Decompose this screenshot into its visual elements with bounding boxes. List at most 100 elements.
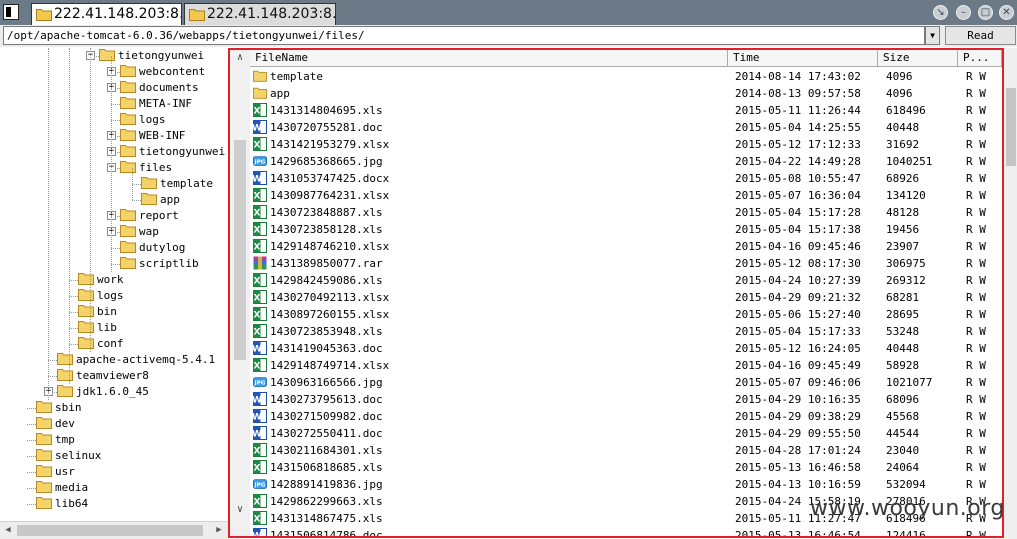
table-row[interactable]: W 1431053747425.docx 2015-05-08 10:55:47 68… <box>250 170 1002 187</box>
table-row[interactable]: W 1431419045363.doc 2015-05-12 16:24:05 404… <box>250 340 1002 357</box>
table-row[interactable]: app 2014-08-13 09:57:58 4096 R W <box>250 85 1002 102</box>
tree-item[interactable]: logs <box>78 288 124 304</box>
tree-item[interactable]: jdk1.6.0_45 <box>57 384 149 400</box>
tree-item[interactable]: documents <box>120 80 199 96</box>
table-row[interactable]: X 1431314804695.xls 2015-05-11 11:26:44 618… <box>250 102 1002 119</box>
tree-item[interactable]: lib64 <box>36 496 88 512</box>
file-time: 2015-04-16 09:45:49 <box>735 359 861 372</box>
file-size: 31692 <box>886 138 920 151</box>
excel-file-icon: X <box>253 307 267 321</box>
table-row[interactable]: 1431389850077.rar 2015-05-12 08:17:30 3069… <box>250 255 1002 272</box>
table-row[interactable]: X 1429148749714.xlsx 2015-04-16 09:45:49 58… <box>250 357 1002 374</box>
tree-item[interactable]: dev <box>36 416 75 432</box>
file-time: 2015-04-22 14:49:28 <box>735 155 861 168</box>
tree-item[interactable]: work <box>78 272 124 288</box>
tree-item[interactable]: WEB-INF <box>120 128 185 144</box>
table-row[interactable]: W 1431506814786.doc 2015-05-13 16:46:54 124… <box>250 527 1002 536</box>
table-row[interactable]: W 1430272550411.doc 2015-04-29 09:55:50 445… <box>250 425 1002 442</box>
excel-file-icon: X <box>253 137 267 151</box>
file-name: 1429862299663.xls <box>270 495 383 508</box>
file-permission: R W <box>966 206 986 219</box>
folder-icon <box>120 65 136 77</box>
table-row[interactable]: X 1431506818685.xls 2015-05-13 16:46:58 240… <box>250 459 1002 476</box>
table-row[interactable]: W 1430271509982.doc 2015-04-29 09:38:29 455… <box>250 408 1002 425</box>
table-row[interactable]: X 1430987764231.xlsx 2015-05-07 16:36:04 13… <box>250 187 1002 204</box>
table-row[interactable]: X 1429148746210.xlsx 2015-04-16 09:45:46 23… <box>250 238 1002 255</box>
path-dropdown-button[interactable]: ▼ <box>925 26 940 45</box>
window-menu-icon[interactable] <box>3 4 19 20</box>
file-name: 1430272550411.doc <box>270 427 383 440</box>
tree-item[interactable]: tietongyunwei <box>99 48 204 64</box>
path-input[interactable] <box>3 26 925 45</box>
tree-connector <box>69 312 78 313</box>
file-size: 4096 <box>886 70 913 83</box>
scroll-left-icon[interactable]: ◀ <box>0 522 16 539</box>
tree-item[interactable]: wap <box>120 224 159 240</box>
tree-item[interactable]: selinux <box>36 448 101 464</box>
tree-item[interactable]: media <box>36 480 88 496</box>
file-list-scroll-thumb[interactable] <box>234 140 246 360</box>
table-row[interactable]: W 1430720755281.doc 2015-05-04 14:25:55 404… <box>250 119 1002 136</box>
file-list-scrollbar[interactable]: ∧ ∨ <box>230 50 250 536</box>
table-row[interactable]: X 1430270492113.xlsx 2015-04-29 09:21:32 68… <box>250 289 1002 306</box>
read-button[interactable]: Read <box>945 26 1016 45</box>
tree-connector <box>111 120 120 121</box>
window-vertical-scrollbar[interactable] <box>1004 48 1017 539</box>
tree-item[interactable]: tietongyunwei <box>120 144 225 160</box>
tree-item[interactable]: dutylog <box>120 240 185 256</box>
table-row[interactable]: JPG 1430963166566.jpg 2015-05-07 09:46:06 1… <box>250 374 1002 391</box>
tree-item[interactable]: logs <box>120 112 166 128</box>
back-icon[interactable]: ↘ <box>933 5 948 20</box>
tree-item[interactable]: usr <box>36 464 75 480</box>
tree-item[interactable]: teamviewer8 <box>57 368 149 384</box>
file-time: 2015-05-12 17:12:33 <box>735 138 861 151</box>
table-row[interactable]: X 1430897260155.xlsx 2015-05-06 15:27:40 28… <box>250 306 1002 323</box>
tree-item[interactable]: scriptlib <box>120 256 199 272</box>
table-row[interactable]: W 1430273795613.doc 2015-04-29 10:16:35 680… <box>250 391 1002 408</box>
table-row[interactable]: JPG 1428891419836.jpg 2015-04-13 10:16:59 5… <box>250 476 1002 493</box>
table-row[interactable]: X 1430723853948.xls 2015-05-04 15:17:33 532… <box>250 323 1002 340</box>
column-header-size[interactable]: Size <box>878 50 958 67</box>
tree-item[interactable]: sbin <box>36 400 82 416</box>
file-size: 1021077 <box>886 376 933 389</box>
table-row[interactable]: X 1430723858128.xls 2015-05-04 15:17:38 194… <box>250 221 1002 238</box>
file-size: 40448 <box>886 121 920 134</box>
maximize-icon[interactable]: □ <box>978 5 993 20</box>
tree-item[interactable]: META-INF <box>120 96 192 112</box>
tab-session-2[interactable]: 222.41.148.203:8… <box>184 3 336 25</box>
table-row[interactable]: JPG 1429685368665.jpg 2015-04-22 14:49:28 1… <box>250 153 1002 170</box>
tree-item[interactable]: webcontent <box>120 64 205 80</box>
table-row[interactable]: X 1429842459086.xls 2015-04-24 10:27:39 269… <box>250 272 1002 289</box>
tree-item-label: logs <box>97 289 124 302</box>
tree-item[interactable]: bin <box>78 304 117 320</box>
file-name: 1430897260155.xlsx <box>270 308 390 321</box>
chevron-up-icon[interactable]: ∧ <box>230 50 250 66</box>
tree-item[interactable]: tmp <box>36 432 75 448</box>
scroll-right-icon[interactable]: ▶ <box>211 522 227 539</box>
tree-item[interactable]: lib <box>78 320 117 336</box>
tree-item[interactable]: app <box>141 192 180 208</box>
tab-session-1[interactable]: 222.41.148.203:8… <box>31 3 182 25</box>
tree-item[interactable]: files <box>120 160 172 176</box>
table-row[interactable]: template 2014-08-14 17:43:02 4096 R W <box>250 68 1002 85</box>
chevron-down-icon[interactable]: ∨ <box>230 502 250 518</box>
folder-icon <box>36 481 52 493</box>
tree-scroll-thumb[interactable] <box>17 525 203 536</box>
tree-item[interactable]: apache-activemq-5.4.1 <box>57 352 215 368</box>
tree-item[interactable]: template <box>141 176 213 192</box>
tree-item[interactable]: conf <box>78 336 124 352</box>
table-row[interactable]: X 1430723848887.xls 2015-05-04 15:17:28 481… <box>250 204 1002 221</box>
table-row[interactable]: X 1430211684301.xls 2015-04-28 17:01:24 230… <box>250 442 1002 459</box>
minimize-icon[interactable]: – <box>956 5 971 20</box>
column-header-filename[interactable]: FileName <box>250 50 728 67</box>
table-row[interactable]: X 1431421953279.xlsx 2015-05-12 17:12:33 31… <box>250 136 1002 153</box>
tree-item[interactable]: report <box>120 208 179 224</box>
window-scroll-thumb[interactable] <box>1006 88 1016 166</box>
file-time: 2015-05-04 15:17:33 <box>735 325 861 338</box>
column-header-time[interactable]: Time <box>728 50 878 67</box>
close-icon[interactable]: ✕ <box>999 5 1014 20</box>
tree-horizontal-scrollbar[interactable]: ◀ ▶ <box>0 521 228 539</box>
column-header-permission[interactable]: P... <box>958 50 1002 67</box>
file-permission: R W <box>966 172 986 185</box>
file-name: 1430270492113.xlsx <box>270 291 390 304</box>
